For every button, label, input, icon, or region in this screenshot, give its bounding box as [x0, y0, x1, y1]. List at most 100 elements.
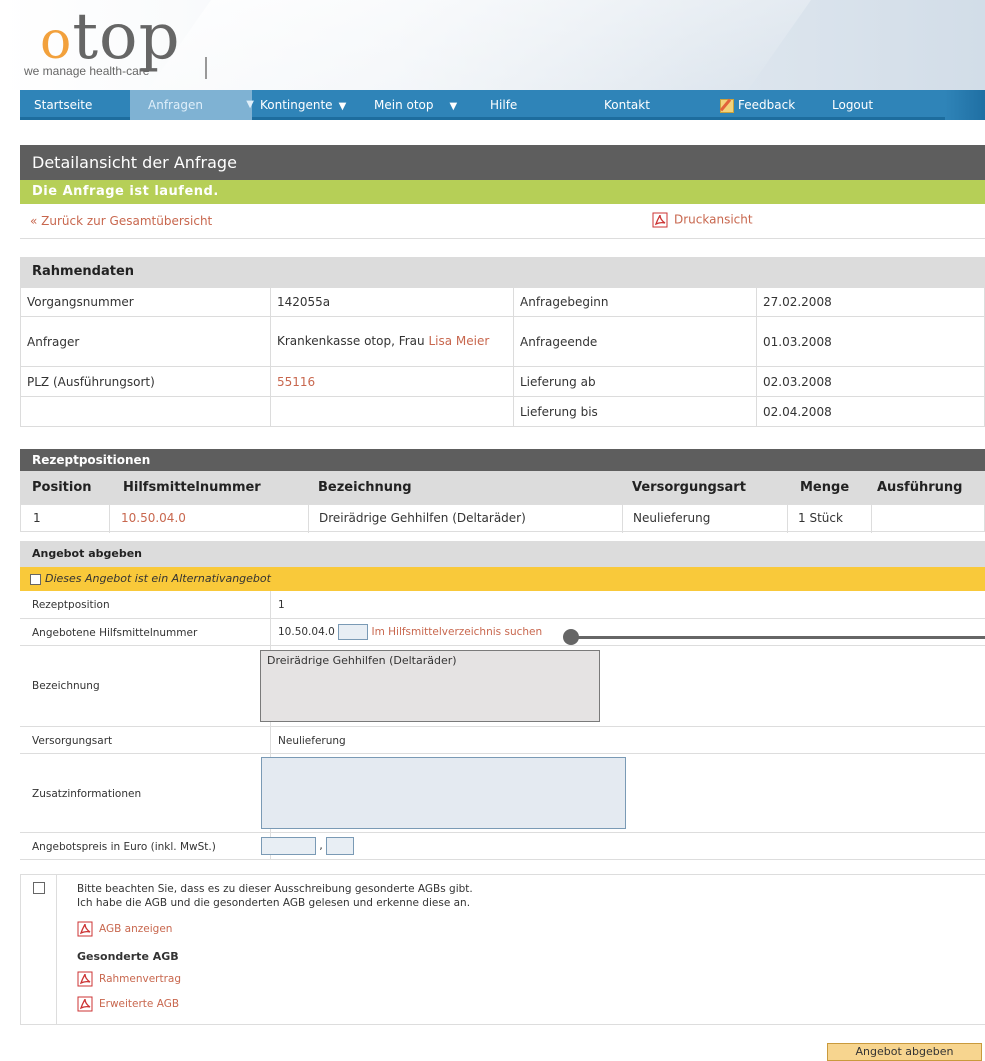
nav-label: Logout	[832, 98, 874, 112]
field-label: Versorgungsart	[32, 735, 113, 747]
table-cell: Vorgangsnummer	[20, 287, 271, 317]
preis-cent-input[interactable]	[326, 837, 355, 855]
main-nav: Startseite Anfragen ▼ Kontingente ▼ Mein o…	[20, 90, 985, 120]
nav-kontakt[interactable]: Kontakt	[604, 90, 674, 120]
table-row: Lieferung bis 02.04.2008	[20, 396, 985, 427]
field-label: Rezeptposition	[32, 599, 110, 611]
agb-accept-checkbox[interactable]	[33, 882, 45, 894]
table-cell: Lieferung bis	[513, 396, 757, 427]
nav-hilfe[interactable]: Hilfe	[490, 90, 550, 120]
table-cell: 02.04.2008	[756, 396, 985, 427]
angebot-heading: Angebot abgeben	[20, 541, 985, 567]
agb-link-label: AGB anzeigen	[99, 923, 173, 935]
header: otop we manage health-care	[0, 0, 985, 90]
rahmendaten-heading: Rahmendaten	[20, 257, 985, 287]
column-header: Bezeichnung	[318, 480, 412, 495]
table-cell: Anfrageende	[513, 316, 757, 367]
agb-show-link[interactable]: AGB anzeigen	[77, 921, 172, 937]
preis-separator: ,	[319, 840, 323, 852]
table-cell: Anfrager	[20, 316, 271, 367]
chevron-down-icon: ▼	[449, 101, 458, 112]
alternativangebot-row: Dieses Angebot ist ein Alternativangebot	[20, 567, 985, 591]
divider	[787, 505, 788, 533]
anfrager-text: Krankenkasse otop, Frau	[277, 334, 429, 348]
bezeichnung-textarea[interactable]: Dreirädrige Gehhilfen (Deltaräder)	[260, 650, 600, 722]
nav-label: Anfragen	[148, 98, 203, 112]
divider	[109, 505, 110, 533]
rezeptpositionen-header-row: Position Hilfsmittelnummer Bezeichnung V…	[20, 471, 985, 504]
nav-label: Hilfe	[490, 98, 518, 112]
form-row-hilfsmittelnummer: Angebotene Hilfsmittelnummer 10.50.04.0 …	[20, 619, 985, 646]
field-label: Zusatzinformationen	[32, 788, 142, 800]
field-value: Neulieferung	[278, 735, 346, 747]
chevron-down-icon: ▼	[246, 99, 254, 110]
field-value-group: 10.50.04.0 Im Hilfsmittelverzeichnis suc…	[278, 624, 542, 640]
table-cell	[270, 396, 514, 427]
zusatzinformationen-textarea[interactable]	[261, 757, 626, 829]
divider	[270, 727, 271, 753]
hilfsmittelverzeichnis-link[interactable]: Im Hilfsmittelverzeichnis suchen	[371, 626, 542, 638]
pdf-icon	[77, 971, 93, 987]
nummer-suffix-input[interactable]	[338, 624, 369, 640]
table-row: Anfrager Krankenkasse otop, Frau Lisa Me…	[20, 316, 985, 367]
angebot-abgeben-button[interactable]: Angebot abgeben	[827, 1043, 982, 1061]
plz-link[interactable]: 55116	[277, 375, 315, 389]
pdf-icon	[77, 921, 93, 937]
divider	[308, 505, 309, 533]
nav-logout[interactable]: Logout	[832, 90, 892, 120]
nav-kontingente[interactable]: Kontingente ▼	[260, 90, 375, 120]
form-row-zusatzinformationen: Zusatzinformationen	[20, 754, 985, 833]
hilfsmittelnummer-link[interactable]: 10.50.04.0	[121, 511, 186, 525]
preis-inputs: ,	[261, 837, 355, 855]
nav-label: Startseite	[34, 98, 93, 112]
versorgungsart-cell: Neulieferung	[633, 511, 711, 525]
gesonderte-agb-heading: Gesonderte AGB	[77, 950, 179, 963]
divider	[56, 875, 57, 1024]
nav-anfragen[interactable]: Anfragen ▼	[130, 90, 254, 120]
table-cell: Anfragebeginn	[513, 287, 757, 317]
nav-label: Mein otop	[374, 98, 434, 112]
logo-divider	[205, 57, 207, 79]
nav-startseite[interactable]: Startseite	[20, 90, 130, 120]
annotation-dot	[563, 629, 579, 645]
divider	[871, 505, 872, 533]
back-link[interactable]: « Zurück zur Gesamtübersicht	[30, 214, 212, 228]
field-label: Bezeichnung	[32, 680, 100, 692]
header-swoosh	[140, 0, 840, 90]
anfrager-link[interactable]: Lisa Meier	[428, 334, 489, 348]
preis-euro-input[interactable]	[261, 837, 316, 855]
page-title: Detailansicht der Anfrage	[20, 145, 985, 180]
agb-notice-line-2: Ich habe die AGB und die gesonderten AGB…	[77, 897, 471, 909]
field-label: Angebotene Hilfsmittelnummer	[32, 627, 198, 639]
form-row-bezeichnung: Bezeichnung Dreirädrige Gehhilfen (Delta…	[20, 646, 985, 727]
table-cell: 142055a	[270, 287, 514, 317]
table-cell: PLZ (Ausführungsort)	[20, 366, 271, 397]
erweiterte-agb-link[interactable]: Erweiterte AGB	[77, 996, 179, 1012]
nummer-prefix: 10.50.04.0	[278, 626, 335, 638]
print-link[interactable]: Druckansicht	[652, 212, 753, 228]
nav-feedback[interactable]: Feedback	[719, 90, 815, 120]
table-cell: 02.03.2008	[756, 366, 985, 397]
nav-label: Kontingente	[260, 98, 333, 112]
alternativangebot-checkbox[interactable]	[30, 573, 41, 585]
feedback-icon	[719, 98, 734, 113]
column-header: Menge	[800, 480, 850, 495]
position-cell: 1	[33, 511, 41, 525]
form-row-rezeptposition: Rezeptposition 1	[20, 591, 985, 619]
rahmenvertrag-label: Rahmenvertrag	[99, 973, 182, 985]
table-row: 1 10.50.04.0 Dreirädrige Gehhilfen (Delt…	[20, 504, 985, 533]
pdf-icon	[652, 212, 668, 228]
agb-box: Bitte beachten Sie, dass es zu dieser Au…	[20, 874, 985, 1025]
form-row-versorgungsart: Versorgungsart Neulieferung	[20, 727, 985, 754]
rahmenvertrag-link[interactable]: Rahmenvertrag	[77, 971, 181, 987]
field-value: 1	[278, 599, 285, 611]
table-cell	[20, 396, 271, 427]
field-label: Angebotspreis in Euro (inkl. MwSt.)	[32, 841, 216, 853]
column-header: Hilfsmittelnummer	[123, 480, 261, 495]
table-cell: Lieferung ab	[513, 366, 757, 397]
nav-mein-otop[interactable]: Mein otop ▼	[374, 90, 474, 120]
print-link-label: Druckansicht	[674, 212, 753, 227]
link-row: « Zurück zur Gesamtübersicht Druckansich…	[20, 204, 985, 239]
menge-cell: 1 Stück	[798, 511, 843, 525]
nav-label: Kontakt	[604, 98, 650, 112]
